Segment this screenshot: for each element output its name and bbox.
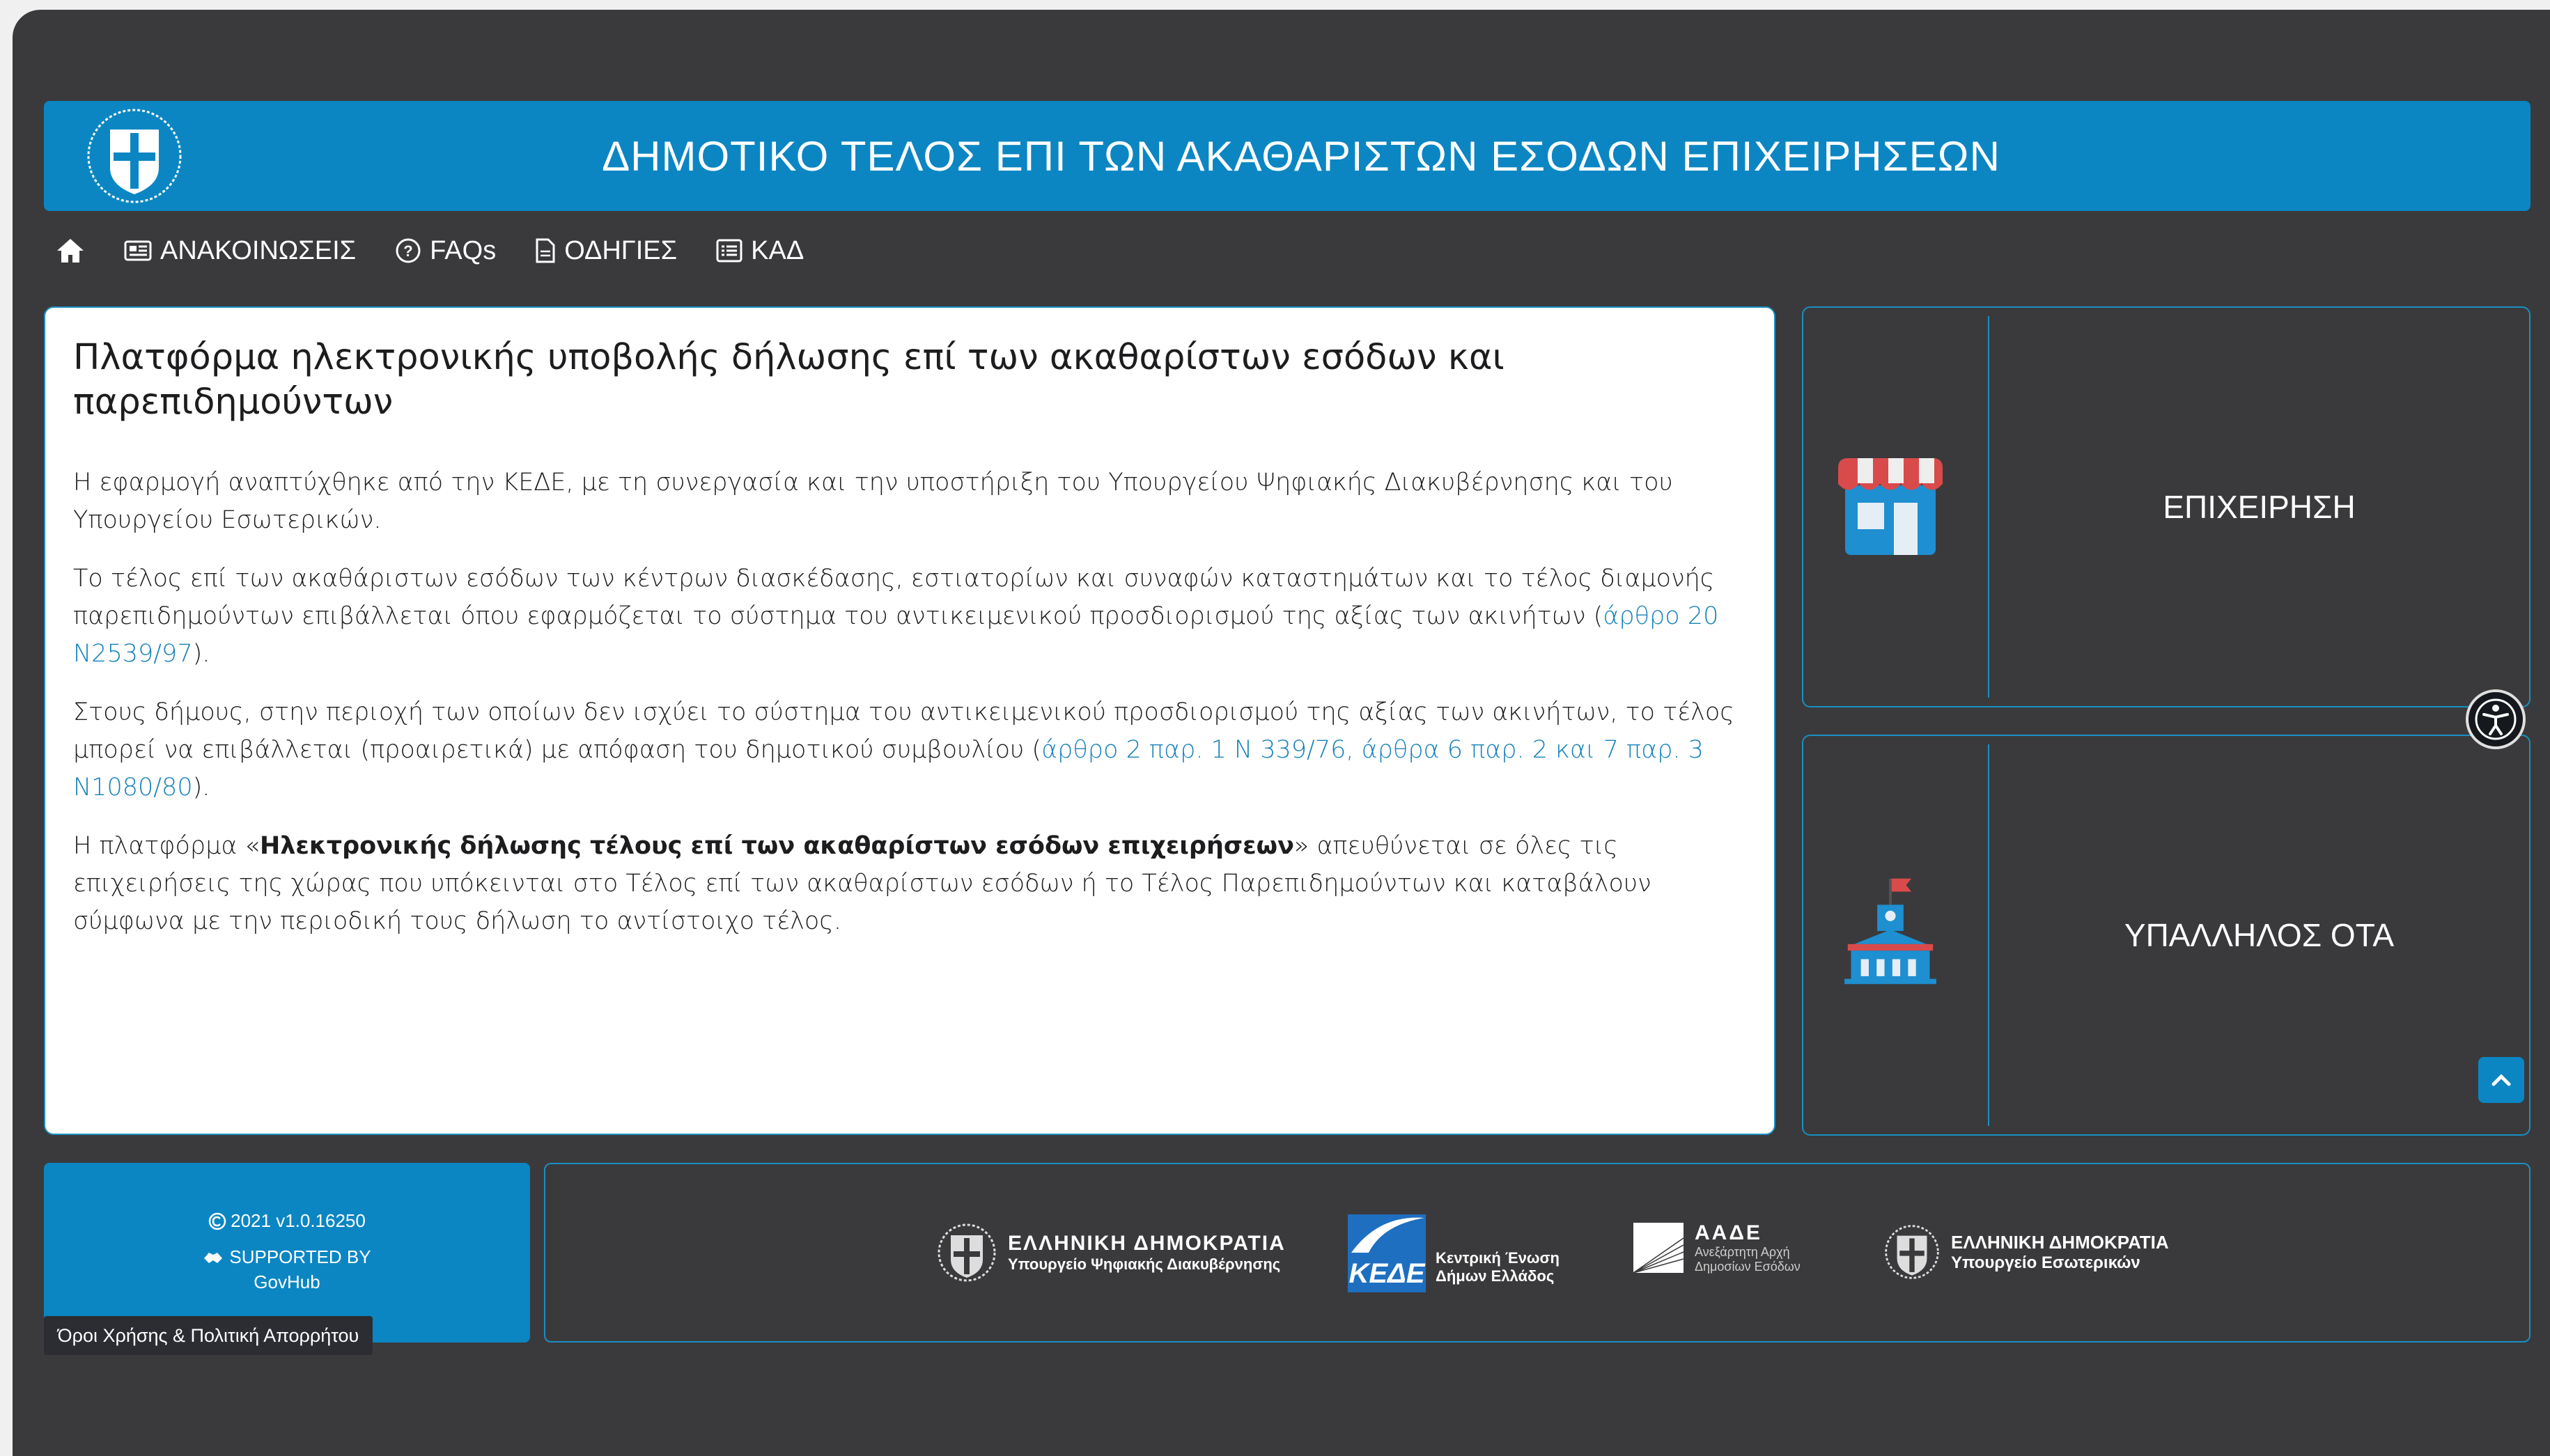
svg-text:?: ? [403,242,412,260]
logo1-line1: ΕΛΛΗΝΙΚΗ ΔΗΜΟΚΡΑΤΙΑ [1008,1232,1286,1255]
nav-kad-label: ΚΑΔ [751,235,804,265]
kede-mark-text: ΚΕΔΕ [1348,1258,1425,1289]
list-icon [716,239,743,263]
logo1-line2: Υπουργείο Ψηφιακής Διακυβέρνησης [1008,1255,1281,1273]
document-icon [536,238,555,263]
employee-role-label: ΥΠΑΛΛΗΛΟΣ ΟΤΑ [2124,917,2395,953]
scroll-to-top-button[interactable] [2478,1057,2524,1103]
kede-logo-mark: ΚΕΔΕ [1348,1214,1426,1292]
footer-govhub: GovHub [254,1271,320,1292]
p3-end: ). [192,774,210,801]
logo2-line2: Δήμων Ελλάδος [1436,1267,1555,1285]
footer-supported-by: SUPPORTED BY [229,1246,371,1267]
greek-emblem-icon [938,1223,996,1282]
town-hall-icon [1844,878,1936,985]
nav-instructions-label: ΟΔΗΓΙΕΣ [564,235,678,265]
home-icon [57,239,84,263]
intro-paragraph-2: Το τέλος επί των ακαθάριστων εσόδων των … [73,560,1746,673]
footer-supported-row: SUPPORTED BY [44,1246,530,1268]
logo-kede[interactable]: ΚΕΔΕ Κεντρική Ένωση Δήμων Ελλάδος [1348,1214,1560,1292]
footer-version: 2021 v1.0.16250 [231,1210,366,1231]
logo-digital-governance[interactable]: ΕΛΛΗΝΙΚΗ ΔΗΜΟΚΡΑΤΙΑ Υπουργείο Ψηφιακής Δ… [935,1221,1286,1284]
intro-heading: Πλατφόρμα ηλεκτρονικής υποβολής δήλωσης … [73,337,1505,423]
business-role-label: ΕΠΙΧΕΙΡΗΣΗ [2163,489,2356,525]
footer-logos-panel: ΕΛΛΗΝΙΚΗ ΔΗΜΟΚΡΑΤΙΑ Υπουργείο Ψηφιακής Δ… [544,1163,2530,1343]
p2-end: ). [192,640,210,668]
header-banner: ΔΗΜΟΤΙΚΟ ΤΕΛΟΣ ΕΠΙ ΤΩΝ ΑΚΑΘΑΡΙΣΤΩΝ ΕΣΟΔΩ… [44,101,2530,211]
storefront-icon [1837,458,1943,555]
logo3-line1: Ανεξάρτητη Αρχή [1695,1245,1790,1259]
nav-faqs[interactable]: ? FAQs [395,236,496,266]
aade-logo-icon [1633,1223,1684,1274]
logo4-line2: Υπουργείο Εσωτερικών [1951,1253,2140,1272]
business-role-card[interactable]: ΕΠΙΧΕΙΡΗΣΗ [1802,306,2530,707]
logo4-line1: ΕΛΛΗΝΙΚΗ ΔΗΜΟΚΡΑΤΙΑ [1951,1231,2169,1253]
logo-interior-ministry[interactable]: ΕΛΛΗΝΙΚΗ ΔΗΜΟΚΡΑΤΙΑ Υπουργείο Εσωτερικών [1883,1223,2169,1281]
page-title: ΔΗΜΟΤΙΚΟ ΤΕΛΟΣ ΕΠΙ ΤΩΝ ΑΚΑΘΑΡΙΣΤΩΝ ΕΣΟΔΩ… [602,132,2000,180]
logo3-line2: Δημοσίων Εσόδων [1695,1260,1801,1274]
employee-role-card[interactable]: ΥΠΑΛΛΗΛΟΣ ΟΤΑ [1802,735,2530,1136]
accessibility-button[interactable] [2466,689,2526,749]
nav-home[interactable] [56,237,85,264]
intro-paragraph-1: Η εφαρμογή αναπτύχθηκε από την ΚΕΔΕ, με … [73,469,1673,534]
accessibility-icon [2475,698,2517,740]
intro-paragraph-4: Η πλατφόρμα «Ηλεκτρονικής δήλωσης τέλους… [73,827,1746,940]
chevron-up-icon [2491,1074,2511,1086]
intro-card: Πλατφόρμα ηλεκτρονικής υποβολής δήλωσης … [44,306,1775,1135]
nav-faqs-label: FAQs [430,235,497,265]
nav-announcements[interactable]: ΑΝΑΚΟΙΝΩΣΕΙΣ [124,236,356,266]
intro-paragraph-3: Στους δήμους, στην περιοχή των οποίων δε… [73,694,1746,806]
newspaper-icon [124,240,152,261]
question-circle-icon: ? [396,238,421,263]
p2-text: Το τέλος επί των ακαθάριστων εσόδων των … [73,565,1715,630]
handshake-icon [204,1252,223,1263]
top-nav: ΑΝΑΚΟΙΝΩΣΕΙΣ ? FAQs ΟΔΗΓΙΕΣ ΚΑΔ [56,230,804,272]
logo3-mark: ΑΑΔΕ [1695,1221,1762,1244]
footer-version-row: 2021 v1.0.16250 [44,1210,530,1232]
p4-bold: Ηλεκτρονικής δήλωσης τέλους επί των ακαθ… [259,832,1294,860]
kede-swoosh-icon [1351,1217,1424,1253]
logo-aade[interactable]: ΑΑΔΕ Ανεξάρτητη Αρχή Δημοσίων Εσόδων [1632,1221,1801,1274]
logo2-line1: Κεντρική Ένωση [1436,1249,1560,1267]
nav-kad[interactable]: ΚΑΔ [716,236,804,266]
terms-privacy-link[interactable]: Όροι Χρήσης & Πολιτική Απορρήτου [44,1316,373,1355]
p4-start: Η πλατφόρμα « [73,832,260,860]
nav-instructions[interactable]: ΟΔΗΓΙΕΣ [535,236,677,266]
greek-emblem-icon [1885,1225,1939,1279]
copyright-icon [208,1212,226,1230]
greek-emblem-icon [87,109,182,203]
nav-announcements-label: ΑΝΑΚΟΙΝΩΣΕΙΣ [160,235,357,265]
